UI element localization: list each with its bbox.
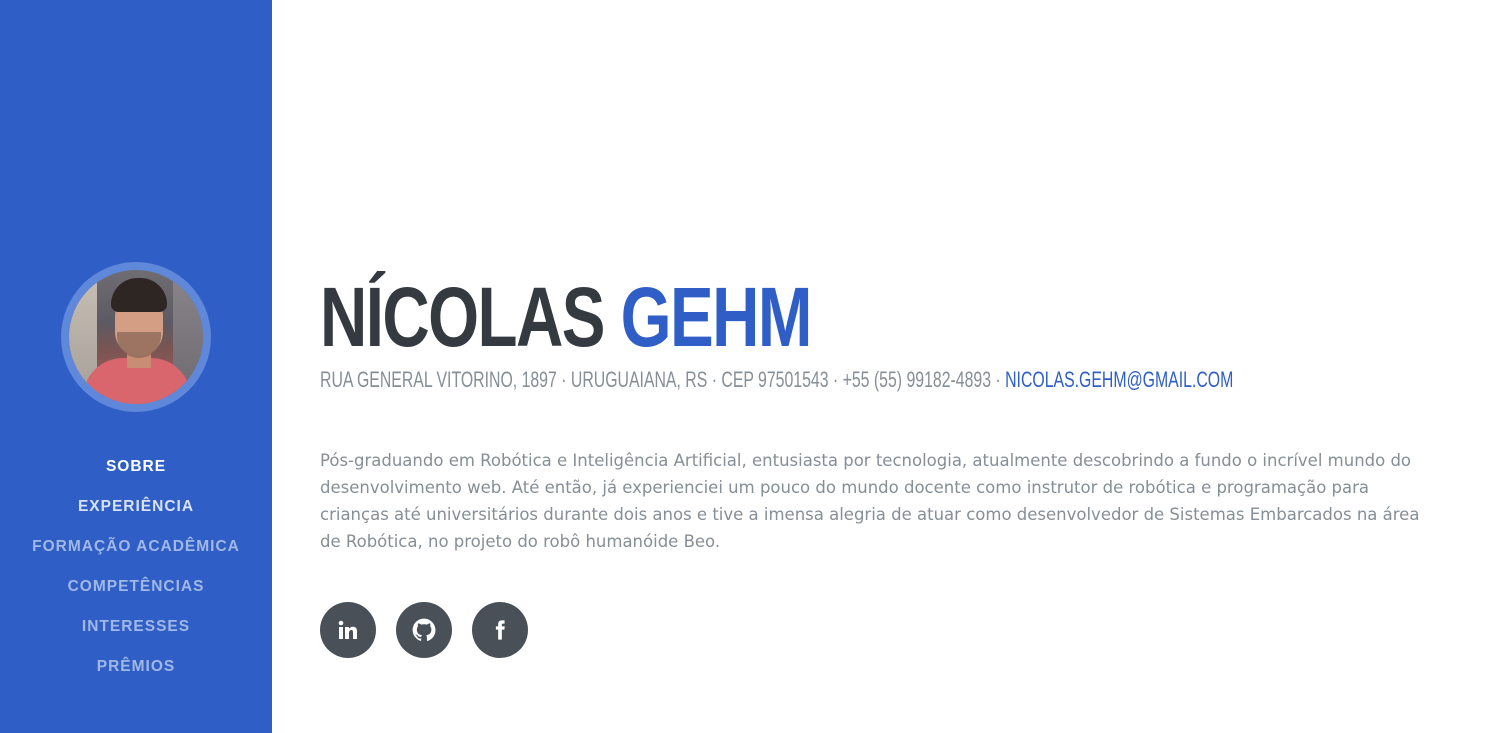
avatar-beard — [117, 332, 161, 358]
avatar-frame — [61, 262, 211, 412]
nav-item-competencias: Competências — [0, 567, 272, 607]
social-icons — [320, 602, 528, 658]
github-icon — [412, 618, 436, 641]
first-name: NÍCOLAS — [320, 270, 605, 364]
nav-link-experiencia[interactable]: Experiência — [78, 498, 194, 516]
nav-link-sobre[interactable]: Sobre — [106, 458, 166, 476]
bio-text: Pós-graduando em Robótica e Inteligência… — [320, 451, 1420, 551]
nav-link-interesses[interactable]: Interesses — [82, 618, 190, 636]
nav-link-premios[interactable]: Prêmios — [97, 658, 175, 676]
facebook-icon — [495, 620, 505, 640]
linkedin-icon — [338, 620, 357, 639]
nav-link-formacao[interactable]: Formação Acadêmica — [32, 538, 240, 556]
nav-item-interesses: Interesses — [0, 607, 272, 647]
nav-item-sobre: Sobre — [0, 447, 272, 487]
email-link[interactable]: NICOLAS.GEHM@GMAIL.COM — [1005, 367, 1233, 392]
page-title: NÍCOLAS GEHM — [320, 270, 813, 364]
nav-item-formacao: Formação Acadêmica — [0, 527, 272, 567]
sidebar: Sobre Experiência Formação Acadêmica Com… — [0, 0, 272, 733]
nav-item-experiencia: Experiência — [0, 487, 272, 527]
nav-link-competencias[interactable]: Competências — [68, 578, 205, 596]
avatar-hair — [111, 278, 167, 312]
main-content: NÍCOLAS GEHM RUA GENERAL VITORINO, 1897 … — [320, 0, 1440, 733]
last-name: GEHM — [620, 270, 813, 364]
address-text: RUA GENERAL VITORINO, 1897 · URUGUAIANA,… — [320, 367, 1001, 392]
nav-item-premios: Prêmios — [0, 647, 272, 687]
avatar — [69, 270, 203, 404]
sidebar-nav: Sobre Experiência Formação Acadêmica Com… — [0, 447, 272, 687]
github-button[interactable] — [396, 602, 452, 658]
facebook-button[interactable] — [472, 602, 528, 658]
contact-line: RUA GENERAL VITORINO, 1897 · URUGUAIANA,… — [320, 367, 1233, 393]
linkedin-button[interactable] — [320, 602, 376, 658]
